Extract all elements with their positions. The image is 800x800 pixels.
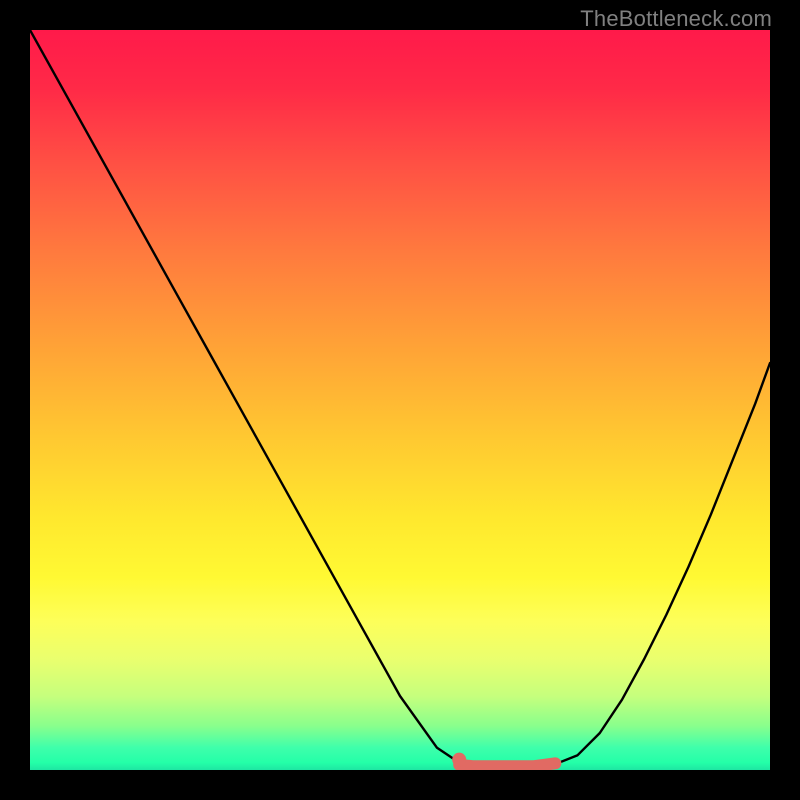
watermark-text: TheBottleneck.com	[580, 6, 772, 32]
plot-area	[30, 30, 770, 770]
chart-container: TheBottleneck.com	[0, 0, 800, 800]
